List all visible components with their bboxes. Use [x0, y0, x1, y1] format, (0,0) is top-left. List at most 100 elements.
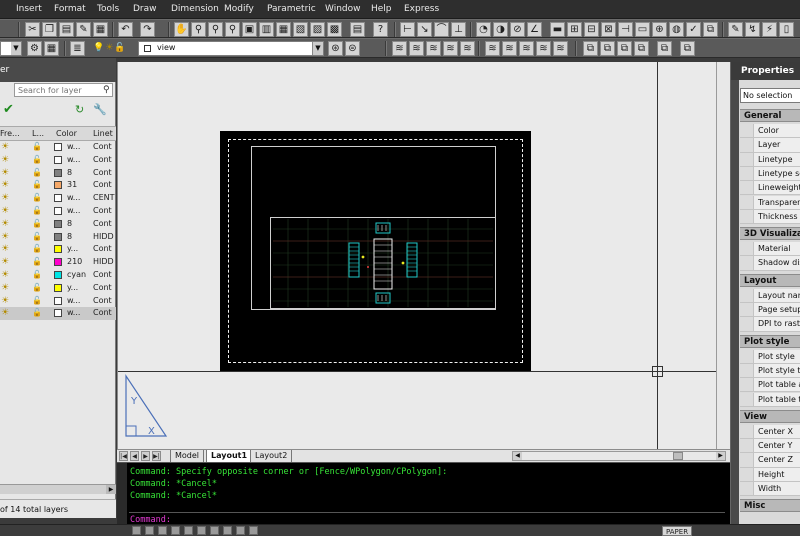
thaw-sun-icon[interactable]: ☀ [1, 256, 9, 268]
cut-icon[interactable]: ✂ [25, 22, 40, 37]
pan-icon[interactable]: ✋ [174, 22, 189, 37]
property-section-3d-visualizat[interactable]: 3D Visualizat [740, 227, 800, 241]
layer-color-swatch[interactable] [54, 168, 62, 177]
property-row[interactable]: Center Z [740, 453, 800, 468]
property-row[interactable]: Shadow dis [740, 256, 800, 271]
layer-linetype[interactable]: HIDD [93, 232, 114, 241]
property-section-view[interactable]: View [740, 409, 800, 423]
viewport-icon[interactable]: ⧉ [583, 41, 598, 56]
layer-linetype[interactable]: Cont [93, 168, 112, 177]
layer-row[interactable]: ☀ 🔓 w... Cont [0, 295, 116, 308]
unlock-icon[interactable]: 🔓 [32, 308, 42, 317]
menu-insert[interactable]: Insert [16, 4, 42, 14]
model-viewport[interactable] [270, 217, 496, 309]
property-row[interactable]: Height [740, 467, 800, 482]
paste-icon[interactable]: ▤ [59, 22, 74, 37]
unlock-icon[interactable]: 🔓 [32, 193, 42, 202]
layer-walk-icon[interactable]: ≋ [485, 41, 500, 56]
paper-space-toggle[interactable]: PAPER [662, 526, 693, 536]
layer-combo[interactable]: 💡☀🔓 view ▼ [93, 41, 324, 56]
unlock-icon[interactable]: 🔓 [32, 155, 42, 164]
ducs-toggle-icon[interactable] [210, 526, 219, 535]
tab-last-icon[interactable]: ▶| [152, 451, 161, 461]
menu-draw[interactable]: Draw [133, 4, 157, 14]
thaw-sun-icon[interactable]: ☀ [1, 269, 9, 281]
tab-model[interactable]: Model [170, 450, 205, 462]
break-icon[interactable]: ⊣ [618, 22, 633, 37]
property-row[interactable]: Plot table a [740, 378, 800, 393]
unlock-icon[interactable]: 🔓 [32, 180, 42, 189]
layer-row[interactable]: ☀ 🔓 w... CENT [0, 192, 116, 205]
col-lock[interactable]: L... [32, 129, 44, 138]
search-icon[interactable]: ⚲ [103, 85, 110, 95]
layer-linetype[interactable]: CENT [93, 193, 115, 202]
help-icon[interactable]: ? [373, 22, 388, 37]
unlock-icon[interactable]: 🔓 [32, 142, 42, 151]
viewport-clip-icon[interactable]: ⧉ [634, 41, 649, 56]
make-current-icon[interactable]: ⊛ [328, 41, 343, 56]
redo-icon[interactable]: ↷ [140, 22, 155, 37]
tab-layout1[interactable]: Layout1 [206, 450, 253, 462]
unlock-icon[interactable]: 🔓 [32, 232, 42, 241]
viewport-polygon-icon[interactable]: ⧉ [600, 41, 615, 56]
workspace-settings-icon[interactable]: ⚙ [27, 41, 42, 56]
property-row[interactable]: Linetype sc [740, 166, 800, 182]
block-editor-icon[interactable]: ▦ [93, 22, 108, 37]
jogged-linear-icon[interactable]: ✓ [686, 22, 701, 37]
property-row[interactable]: Lineweight [740, 181, 800, 196]
property-row[interactable]: Plot table ty [740, 392, 800, 407]
menu-dimension[interactable]: Dimension [171, 4, 219, 14]
scroll-left-icon[interactable]: ◀ [513, 452, 522, 460]
layer-row[interactable]: ☀ 🔓 cyan Cont [0, 269, 116, 282]
continue-icon[interactable]: ⊟ [584, 22, 599, 37]
unlock-icon[interactable]: 🔓 [32, 244, 42, 253]
selection-combo[interactable]: No selection [740, 88, 800, 103]
menu-window[interactable]: Window [325, 4, 361, 14]
layer-row[interactable]: ☀ 🔓 w... Cont [0, 205, 116, 218]
thaw-sun-icon[interactable]: ☀ [1, 167, 9, 179]
unlock-icon[interactable]: 🔓 [32, 206, 42, 215]
dim-text-edit-icon[interactable]: ✎ [728, 22, 743, 37]
thaw-sun-icon[interactable]: ☀ [1, 192, 9, 204]
undo-icon[interactable]: ↶ [118, 22, 133, 37]
inspection-icon[interactable]: ◍ [669, 22, 684, 37]
layer-color-swatch[interactable] [54, 309, 62, 318]
unlock-icon[interactable]: 🔓 [32, 296, 42, 305]
layer-match-icon[interactable]: ≋ [502, 41, 517, 56]
properties-side-strip[interactable] [731, 80, 739, 524]
layer-row[interactable]: ☀ 🔓 31 Cont [0, 179, 116, 192]
thaw-sun-icon[interactable]: ☀ [1, 218, 9, 230]
property-row[interactable]: Width [740, 482, 800, 497]
settings-wrench-icon[interactable]: 🔧 [93, 103, 107, 116]
layer-row[interactable]: ☀ 🔓 y... Cont [0, 243, 116, 256]
zoom-realtime-icon[interactable]: ⚲ [191, 22, 206, 37]
diameter-icon[interactable]: ⊘ [510, 22, 525, 37]
polar-toggle-icon[interactable] [171, 526, 180, 535]
calculator-icon[interactable]: ▤ [350, 22, 365, 37]
layer-copy-icon[interactable]: ≋ [536, 41, 551, 56]
drawing-canvas[interactable]: Y X ▲ ▼ [117, 62, 730, 449]
dim-style-icon[interactable]: ⚡ [762, 22, 777, 37]
layer-row[interactable]: ☀ 🔓 w... Cont [0, 141, 116, 154]
viewport-object-icon[interactable]: ⧉ [617, 41, 632, 56]
layer-linetype[interactable]: Cont [93, 155, 112, 164]
match-properties-icon[interactable]: ✎ [76, 22, 91, 37]
property-row[interactable]: Plot style ta [740, 363, 800, 379]
arc-length-icon[interactable]: ⌒ [434, 22, 449, 37]
property-row[interactable]: Plot style [740, 349, 800, 364]
layer-row[interactable]: ☀ 🔓 w... Cont [0, 307, 116, 321]
menu-tools[interactable]: Tools [97, 4, 119, 14]
col-linetype[interactable]: Linet [93, 129, 113, 138]
layer-isolate-icon[interactable]: ≋ [392, 41, 407, 56]
grid-toggle-icon[interactable] [145, 526, 154, 535]
layer-horizontal-scrollbar[interactable]: ▶ [0, 484, 116, 494]
quickcalc-icon[interactable]: ▩ [327, 22, 342, 37]
layer-linetype[interactable]: Cont [93, 206, 112, 215]
scroll-right-icon[interactable]: ▶ [106, 485, 116, 494]
menu-express[interactable]: Express [404, 4, 439, 14]
thaw-sun-icon[interactable]: ☀ [1, 282, 9, 294]
layer-color-swatch[interactable] [54, 283, 62, 292]
menu-modify[interactable]: Modify [224, 4, 254, 14]
center-mark-icon[interactable]: ⊕ [652, 22, 667, 37]
scroll-right-icon[interactable]: ▶ [716, 452, 725, 460]
